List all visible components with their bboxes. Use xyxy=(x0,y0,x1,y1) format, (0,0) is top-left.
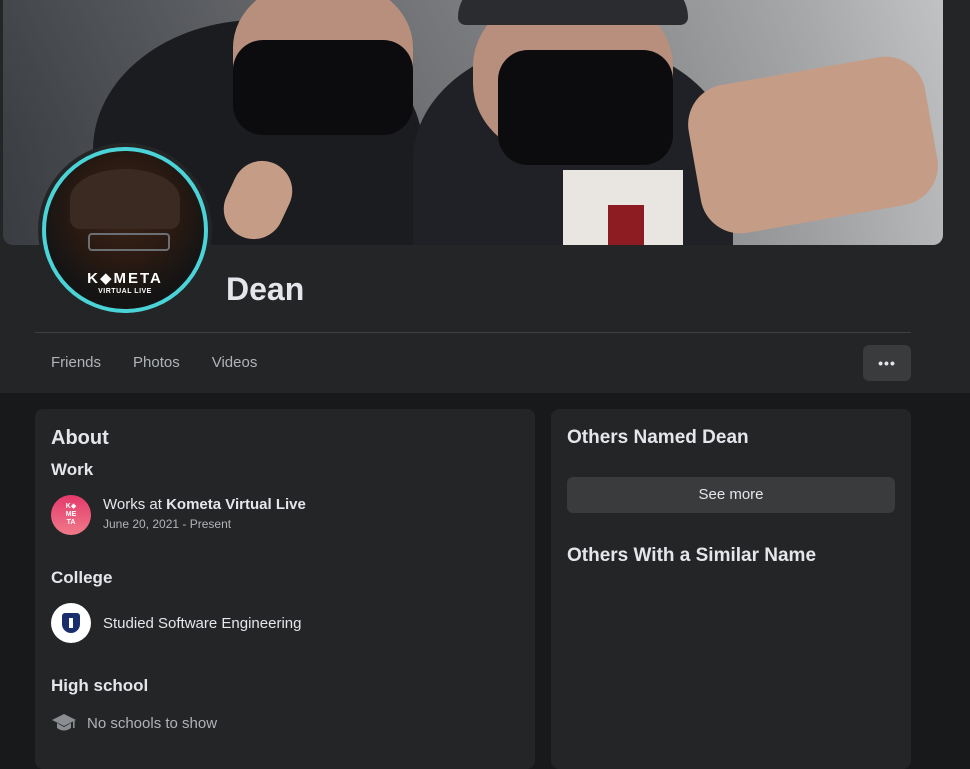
avatar-logo-text: K◆META xyxy=(87,270,163,287)
avatar-glasses xyxy=(88,233,170,251)
tab-videos[interactable]: Videos xyxy=(196,345,274,381)
college-shield-icon[interactable] xyxy=(51,603,91,643)
work-description: Works at Kometa Virtual Live xyxy=(103,496,306,513)
cover-hat xyxy=(458,0,688,25)
tab-friends[interactable]: Friends xyxy=(35,345,117,381)
tab-photos[interactable]: Photos xyxy=(117,345,196,381)
cover-mask-left xyxy=(233,40,413,135)
about-card: About Work K◆ ME TA Works at Kometa Virt… xyxy=(35,409,535,769)
college-description: Studied Software Engineering xyxy=(103,615,302,632)
avatar-logo-subtext: VIRTUAL LIVE xyxy=(98,288,152,295)
work-company-link[interactable]: Kometa Virtual Live xyxy=(166,496,306,513)
others-named-title: Others Named Dean xyxy=(567,427,749,448)
shield-icon xyxy=(62,613,80,633)
profile-name: Dean xyxy=(226,271,305,307)
similar-names-card: Others Named Dean See more Others With a… xyxy=(551,409,911,769)
cover-tie xyxy=(608,205,644,245)
profile-tabs: Friends Photos Videos xyxy=(35,345,273,381)
work-heading: Work xyxy=(51,460,94,479)
high-school-heading: High school xyxy=(51,676,149,695)
kometa-logo-line2: ME xyxy=(65,511,77,518)
more-icon: ••• xyxy=(878,355,896,371)
kometa-logo-line3: TA xyxy=(66,519,76,526)
college-heading: College xyxy=(51,568,113,587)
similar-name-title: Others With a Similar Name xyxy=(567,545,817,566)
see-more-button[interactable]: See more xyxy=(567,477,895,513)
work-prefix: Works at xyxy=(103,496,167,513)
avatar-cap xyxy=(70,169,180,229)
kometa-logo-icon[interactable]: K◆ ME TA xyxy=(51,495,91,535)
avatar-image: K◆META VIRTUAL LIVE xyxy=(42,147,208,313)
about-title: About xyxy=(51,427,109,449)
profile-avatar[interactable]: K◆META VIRTUAL LIVE xyxy=(38,143,212,317)
work-dates: June 20, 2021 - Present xyxy=(103,517,232,531)
more-options-button[interactable]: ••• xyxy=(863,345,911,381)
cover-mask-right xyxy=(498,50,673,165)
high-school-description: No schools to show xyxy=(87,715,218,732)
kometa-logo-line1: K◆ xyxy=(65,503,77,510)
graduation-cap-icon xyxy=(52,714,76,731)
header-divider xyxy=(35,332,911,333)
